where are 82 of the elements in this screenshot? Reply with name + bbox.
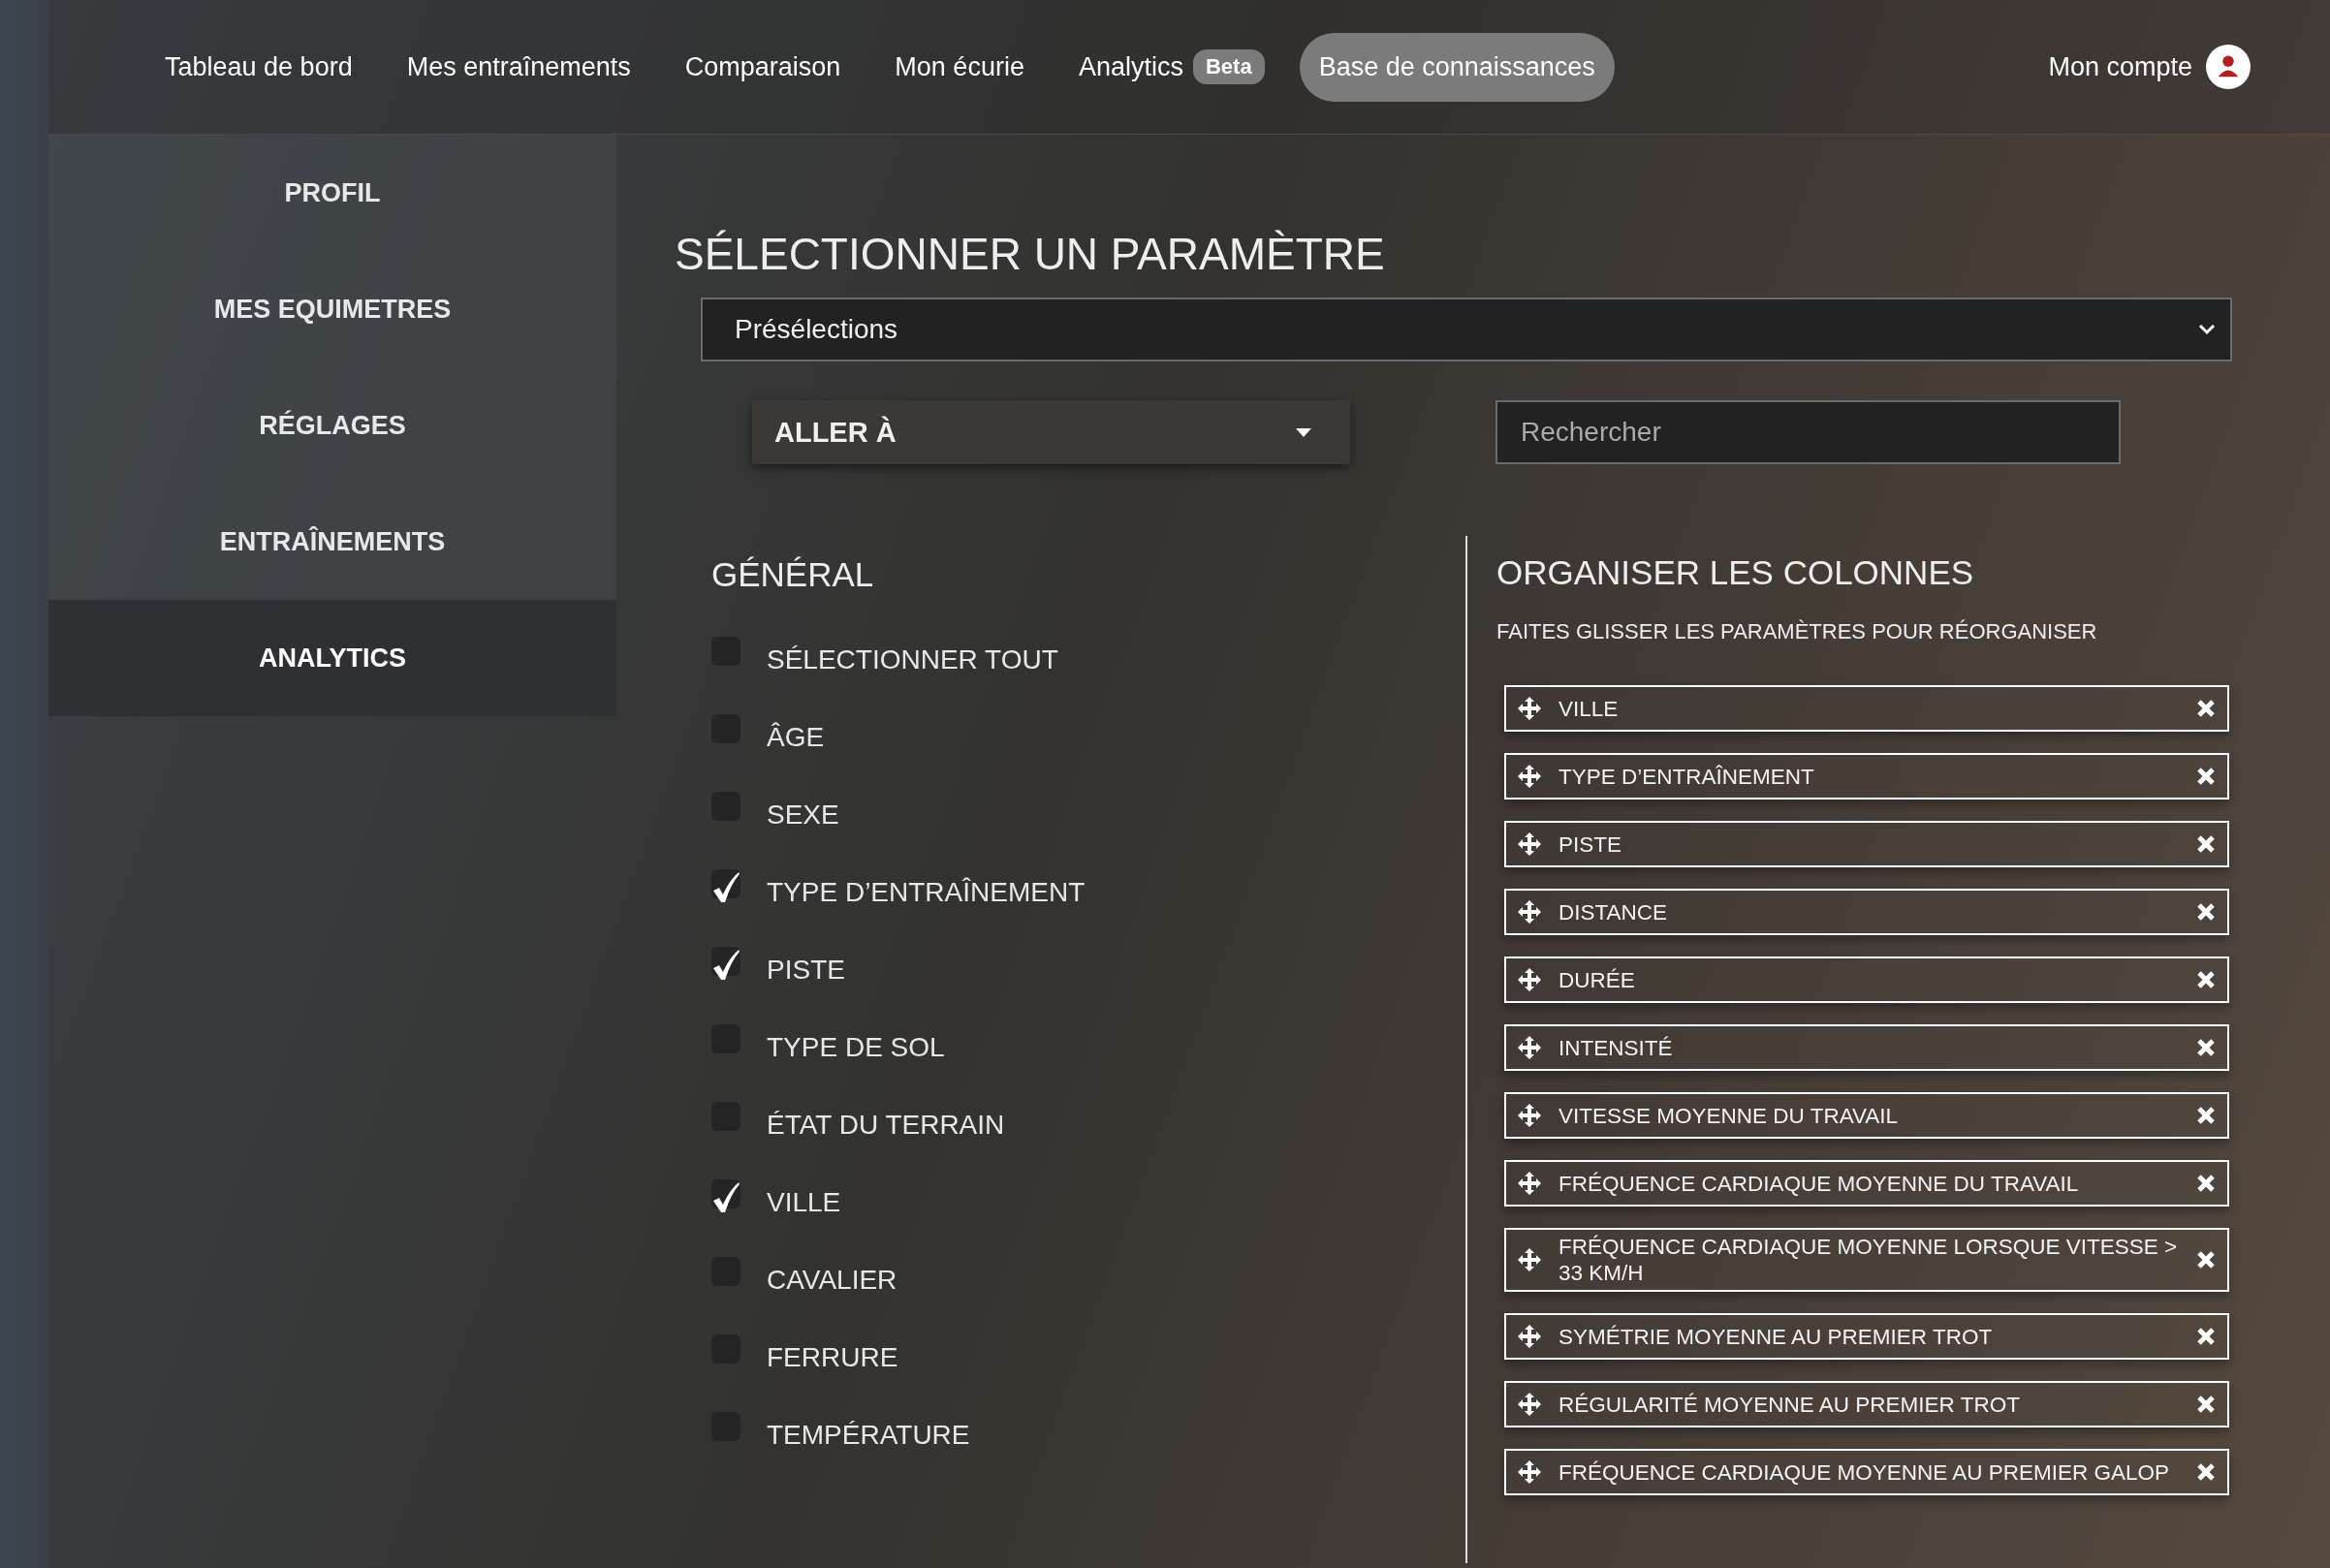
- nav-link[interactable]: Analytics Beta: [1058, 30, 1284, 104]
- goto-dropdown[interactable]: ALLER À: [752, 400, 1350, 464]
- close-icon[interactable]: [2196, 1327, 2216, 1346]
- close-icon[interactable]: [2196, 699, 2216, 718]
- option-label: ÂGE: [767, 722, 825, 753]
- section-heading: GÉNÉRAL: [711, 555, 875, 594]
- close-icon[interactable]: [2196, 970, 2216, 989]
- page-title: SÉLECTIONNER UN PARAMÈTRE: [675, 228, 1386, 280]
- nav-link[interactable]: Comparaison: [665, 32, 861, 102]
- move-icon: [1518, 900, 1541, 924]
- option-label: PISTE: [767, 955, 845, 986]
- sidebar-item[interactable]: PROFIL: [48, 135, 616, 251]
- close-icon[interactable]: [2196, 902, 2216, 922]
- option-label: TEMPÉRATURE: [767, 1420, 970, 1451]
- column-label: PISTE: [1559, 831, 1623, 858]
- column-item[interactable]: PISTE: [1504, 821, 2229, 867]
- column-label: DURÉE: [1559, 966, 1636, 993]
- move-icon: [1518, 697, 1541, 720]
- option-label: TYPE DE SOL: [767, 1032, 945, 1063]
- move-icon: [1518, 832, 1541, 856]
- sidebar-item[interactable]: ENTRAÎNEMENTS: [48, 484, 616, 600]
- sidebar-item[interactable]: ANALYTICS: [48, 600, 616, 716]
- close-icon[interactable]: [2196, 767, 2216, 786]
- sidebar-item[interactable]: MES EQUIMETRES: [48, 251, 616, 367]
- column-label: DISTANCE: [1559, 898, 1669, 925]
- option-label: VILLE: [767, 1187, 841, 1218]
- column-label: VILLE: [1559, 695, 1620, 722]
- nav-link[interactable]: Mon écurie: [875, 32, 1044, 102]
- move-icon: [1518, 1172, 1541, 1195]
- sidebar-item[interactable]: RÉGLAGES: [48, 367, 616, 484]
- move-icon: [1518, 1325, 1541, 1348]
- section-heading: ORGANISER LES COLONNES: [1496, 553, 1975, 592]
- column-item[interactable]: DISTANCE: [1504, 889, 2229, 935]
- column-label: INTENSITÉ: [1559, 1034, 1674, 1061]
- move-icon: [1518, 1104, 1541, 1127]
- column-item[interactable]: FRÉQUENCE CARDIAQUE MOYENNE AU PREMIER GALOP: [1504, 1449, 2229, 1495]
- option-label: CAVALIER: [767, 1265, 897, 1296]
- move-icon: [1518, 1393, 1541, 1416]
- chevron-down-icon: [2197, 323, 2217, 336]
- option-label: FERRURE: [767, 1342, 898, 1373]
- column-item[interactable]: VITESSE MOYENNE DU TRAVAIL: [1504, 1092, 2229, 1139]
- account-link[interactable]: Mon compte: [2048, 45, 2251, 89]
- column-label: FRÉQUENCE CARDIAQUE MOYENNE LORSQUE VITESSE > 33 KM/H: [1559, 1234, 2179, 1286]
- close-icon[interactable]: [2196, 1462, 2216, 1482]
- nav-link[interactable]: Mes entraînements: [387, 32, 650, 102]
- preset-select[interactable]: Présélections: [701, 298, 2232, 361]
- column-item[interactable]: VILLE: [1504, 685, 2229, 732]
- close-icon[interactable]: [2196, 1250, 2216, 1270]
- search-field[interactable]: Rechercher: [1496, 400, 2121, 464]
- column-item[interactable]: SYMÉTRIE MOYENNE AU PREMIER TROT: [1504, 1313, 2229, 1360]
- nav-link[interactable]: Base de connaissances: [1299, 32, 1615, 102]
- column-label: SYMÉTRIE MOYENNE AU PREMIER TROT: [1559, 1323, 1994, 1350]
- column-item[interactable]: RÉGULARITÉ MOYENNE AU PREMIER TROT: [1504, 1381, 2229, 1427]
- close-icon[interactable]: [2196, 1395, 2216, 1414]
- column-item[interactable]: TYPE D’ENTRAÎNEMENT: [1504, 753, 2229, 800]
- column-label: FRÉQUENCE CARDIAQUE MOYENNE AU PREMIER GALOP: [1559, 1458, 2171, 1486]
- column-item[interactable]: INTENSITÉ: [1504, 1024, 2229, 1071]
- move-icon: [1518, 1036, 1541, 1059]
- option-label: TYPE D’ENTRAÎNEMENT: [767, 877, 1086, 908]
- column-label: FRÉQUENCE CARDIAQUE MOYENNE DU TRAVAIL: [1559, 1170, 2080, 1197]
- move-icon: [1518, 1248, 1541, 1271]
- column-label: TYPE D’ENTRAÎNEMENT: [1559, 763, 1815, 790]
- move-icon: [1518, 968, 1541, 991]
- user-avatar-icon: [2206, 45, 2251, 89]
- beta-badge: Beta: [1192, 49, 1265, 84]
- column-item[interactable]: DURÉE: [1504, 956, 2229, 1003]
- option-label: ÉTAT DU TERRAIN: [767, 1110, 1005, 1141]
- column-label: VITESSE MOYENNE DU TRAVAIL: [1559, 1102, 1900, 1129]
- column-item[interactable]: FRÉQUENCE CARDIAQUE MOYENNE DU TRAVAIL: [1504, 1160, 2229, 1207]
- move-icon: [1518, 765, 1541, 788]
- close-icon[interactable]: [2196, 834, 2216, 854]
- column-item[interactable]: FRÉQUENCE CARDIAQUE MOYENNE LORSQUE VITESSE > 33 KM/H: [1504, 1228, 2229, 1292]
- option-label: SÉLECTIONNER TOUT: [767, 644, 1058, 675]
- move-icon: [1518, 1460, 1541, 1484]
- close-icon[interactable]: [2196, 1106, 2216, 1125]
- option-label: SEXE: [767, 800, 839, 831]
- caret-icon: [1296, 427, 1311, 437]
- column-label: RÉGULARITÉ MOYENNE AU PREMIER TROT: [1559, 1391, 2021, 1418]
- close-icon[interactable]: [2196, 1038, 2216, 1057]
- nav-link[interactable]: Tableau de bord: [145, 32, 372, 102]
- close-icon[interactable]: [2196, 1174, 2216, 1193]
- hint-text: FAITES GLISSER LES PARAMÈTRES POUR RÉORGANISER: [1496, 619, 2098, 644]
